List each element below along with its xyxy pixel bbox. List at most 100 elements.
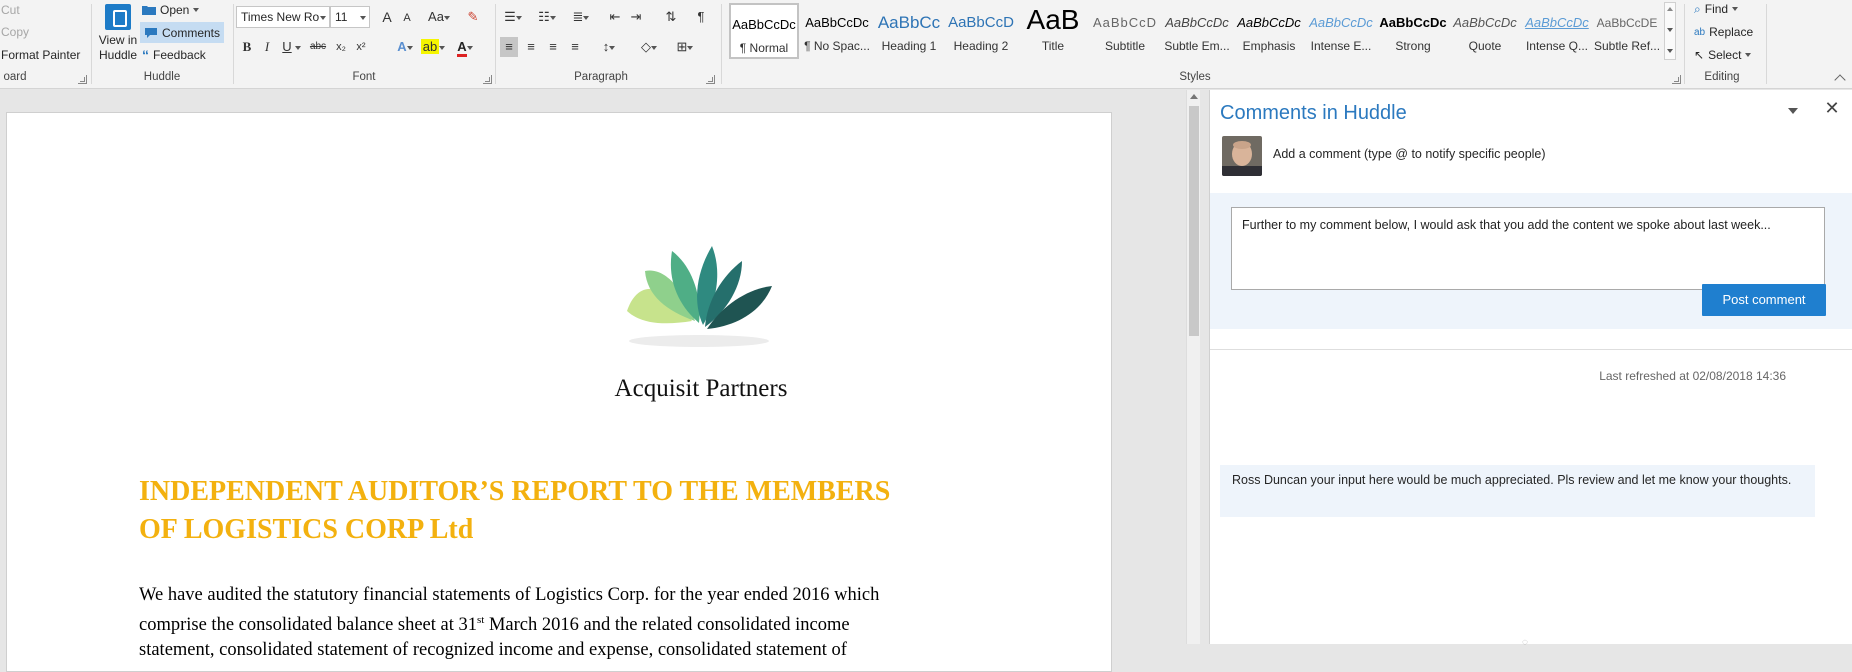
clipboard-group-label: oard (3, 71, 27, 83)
comments-icon (145, 27, 157, 38)
strikethrough-button[interactable]: abc (306, 37, 330, 57)
style-emphasis[interactable]: AaBbCcDc Emphasis (1234, 3, 1304, 59)
style-intense-quote[interactable]: AaBbCcDc Intense Q... (1522, 3, 1592, 59)
increase-indent-icon[interactable]: ⇥ (627, 7, 645, 27)
shading-icon[interactable]: ◇ (636, 37, 662, 57)
document-scrollbar[interactable] (1186, 90, 1200, 644)
huddle-open-button[interactable]: Open (142, 0, 200, 20)
styles-group-label: Styles (1179, 71, 1211, 83)
align-left-icon[interactable]: ≡ (500, 37, 518, 57)
clipboard-launcher-icon[interactable] (78, 75, 87, 84)
shrink-font-button[interactable]: A (398, 8, 416, 28)
find-button[interactable]: ⌕ Find (1694, 0, 1739, 19)
paragraph-launcher-icon[interactable] (706, 75, 715, 84)
paragraph-group-label: Paragraph (574, 71, 628, 83)
collapse-ribbon-icon[interactable] (1834, 74, 1846, 86)
scroll-up-icon[interactable] (1190, 94, 1198, 99)
close-icon[interactable]: ✕ (1824, 99, 1840, 117)
document-page[interactable]: Acquisit Partners INDEPENDENT AUDITOR’S … (6, 112, 1112, 672)
pane-title: Comments in Huddle (1220, 102, 1407, 124)
document-heading: INDEPENDENT AUDITOR’S REPORT TO THE MEMB… (139, 476, 891, 545)
huddle-icon (105, 4, 131, 30)
multilevel-list-icon[interactable]: ≣ (568, 7, 594, 27)
huddle-group: View in Huddle Open Comments “ Feedback … (92, 0, 232, 89)
subscript-button[interactable]: x₂ (332, 37, 350, 57)
editing-group: ⌕ Find ab Replace ↖ Select Editing (1686, 0, 1766, 89)
comment-item[interactable]: Ross Duncan your input here would be muc… (1220, 465, 1815, 517)
chevron-down-icon[interactable] (1667, 28, 1673, 32)
style-quote[interactable]: AaBbCcDc Quote (1450, 3, 1520, 59)
styles-gallery: AaBbCcDc ¶ Normal AaBbCcDc ¶ No Spac... … (726, 3, 1660, 63)
font-color-button[interactable]: A (452, 37, 478, 57)
last-refreshed-text: Last refreshed at 02/08/2018 14:36 (1599, 369, 1786, 383)
highlight-color-button[interactable]: ab (420, 37, 446, 57)
decrease-indent-icon[interactable]: ⇤ (606, 7, 624, 27)
change-case-button[interactable]: Aa (426, 7, 452, 27)
grow-font-button[interactable]: A (378, 7, 396, 27)
quote-icon: “ (142, 47, 149, 63)
line-spacing-icon[interactable]: ↕ (596, 37, 622, 57)
chevron-up-icon[interactable] (1667, 7, 1673, 11)
align-right-icon[interactable]: ≡ (544, 37, 562, 57)
underline-dropdown[interactable] (294, 37, 302, 57)
font-group: Times New Ro 11 A A Aa ✎ B I U abc x₂ x²… (234, 0, 494, 89)
bullets-icon[interactable]: ☰ (500, 7, 526, 27)
editing-group-label: Editing (1704, 71, 1740, 83)
comment-input[interactable]: Further to my comment below, I would ask… (1231, 207, 1825, 290)
huddle-group-label: Huddle (143, 71, 181, 83)
replace-button[interactable]: ab Replace (1694, 22, 1753, 42)
avatar (1222, 136, 1262, 176)
add-comment-prompt: Add a comment (type @ to notify specific… (1273, 147, 1546, 161)
company-name: Acquisit Partners (614, 375, 788, 402)
post-comment-button[interactable]: Post comment (1702, 284, 1826, 316)
sort-icon[interactable]: ⇅ (662, 7, 680, 27)
style-heading-1[interactable]: AaBbCc Heading 1 (874, 3, 944, 59)
styles-gallery-scrollbar[interactable] (1664, 2, 1676, 60)
replace-icon: ab (1694, 26, 1706, 38)
pane-options-chevron-icon[interactable] (1788, 106, 1802, 116)
divider (1210, 349, 1852, 350)
scrollbar-thumb[interactable] (1189, 106, 1199, 336)
comments-pane: Comments in Huddle ✕ Add a comment (type… (1209, 90, 1852, 648)
lotus-logo-icon (627, 246, 772, 347)
show-marks-button[interactable]: ¶ (692, 7, 710, 27)
search-icon: ⌕ (1694, 1, 1701, 16)
borders-icon[interactable]: ⊞ (672, 37, 698, 57)
style-strong[interactable]: AaBbCcDc Strong (1378, 3, 1448, 59)
clipboard-group: Cut Copy Format Painter oard (0, 0, 90, 89)
style-intense-emphasis[interactable]: AaBbCcDc Intense E... (1306, 3, 1376, 59)
more-styles-icon[interactable] (1667, 49, 1673, 53)
document-area: Acquisit Partners INDEPENDENT AUDITOR’S … (0, 90, 1186, 672)
style-subtitle[interactable]: AaBbCcD Subtitle (1090, 3, 1160, 59)
font-name-select[interactable]: Times New Ro (236, 6, 330, 28)
view-in-huddle-button[interactable]: View in Huddle (94, 4, 142, 63)
bold-button[interactable]: B (238, 37, 256, 57)
ribbon: Cut Copy Format Painter oard View in Hud… (0, 0, 1852, 89)
font-size-select[interactable]: 11 (330, 6, 370, 28)
font-launcher-icon[interactable] (483, 75, 492, 84)
cut-button[interactable]: Cut (1, 0, 20, 20)
format-painter-button[interactable]: Format Painter (1, 45, 80, 65)
italic-button[interactable]: I (258, 37, 276, 57)
clear-formatting-icon[interactable]: ✎ (464, 7, 482, 27)
numbering-icon[interactable]: ☷ (534, 7, 560, 27)
align-center-icon[interactable]: ≡ (522, 37, 540, 57)
copy-button[interactable]: Copy (1, 22, 29, 42)
style-title[interactable]: AaB Title (1018, 3, 1088, 59)
style-normal[interactable]: AaBbCcDc ¶ Normal (729, 3, 799, 59)
superscript-button[interactable]: x² (352, 37, 370, 57)
style-no-spacing[interactable]: AaBbCcDc ¶ No Spac... (802, 3, 872, 59)
document-body[interactable]: We have audited the statutory financial … (139, 583, 989, 663)
chevron-down-icon (193, 8, 200, 12)
text-effects-button[interactable]: A (392, 37, 418, 57)
font-group-label: Font (352, 71, 376, 83)
styles-launcher-icon[interactable] (1672, 75, 1681, 84)
style-heading-2[interactable]: AaBbCcD Heading 2 (946, 3, 1016, 59)
style-subtle-reference[interactable]: AaBbCcDE Subtle Ref... (1594, 3, 1660, 59)
style-subtle-emphasis[interactable]: AaBbCcDc Subtle Em... (1162, 3, 1232, 59)
justify-icon[interactable]: ≡ (566, 37, 584, 57)
cursor-icon: ↖ (1694, 48, 1705, 62)
huddle-comments-button[interactable]: Comments (140, 22, 225, 43)
select-button[interactable]: ↖ Select (1694, 45, 1752, 65)
huddle-feedback-button[interactable]: “ Feedback (142, 45, 206, 65)
